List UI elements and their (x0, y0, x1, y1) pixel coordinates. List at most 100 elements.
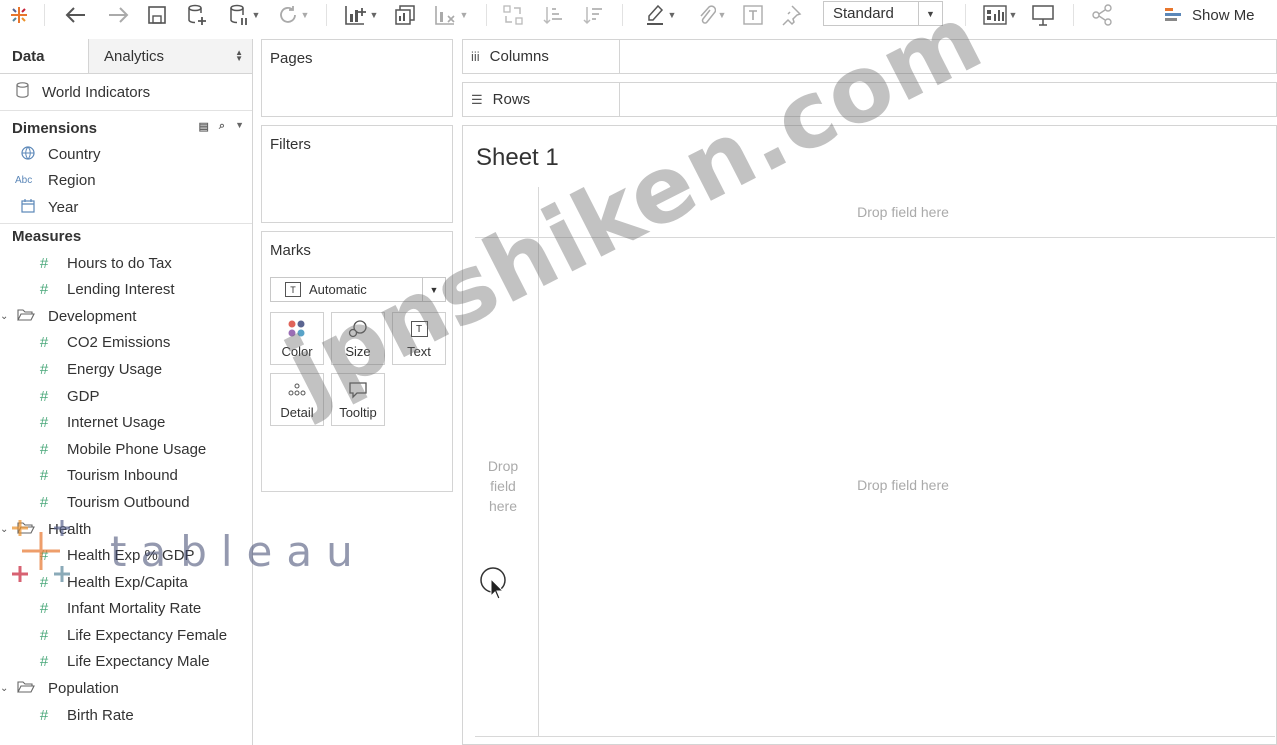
filters-title: Filters (270, 136, 311, 153)
datasource-item[interactable]: World Indicators (0, 74, 252, 111)
redo-icon[interactable] (104, 2, 132, 28)
measure-hash-icon: # (39, 600, 49, 618)
measure-hash-icon: # (39, 440, 49, 458)
search-icon[interactable]: ⌕ (219, 120, 225, 133)
pane-tabs: Data Analytics ▲ ▼ (0, 39, 252, 74)
field-label: Life Expectancy Male (67, 653, 210, 671)
share-icon[interactable] (1089, 2, 1115, 28)
folder-open-icon (17, 680, 35, 697)
measure-hash-icon: # (39, 387, 49, 405)
rows-icon: ☰ (471, 91, 483, 107)
sort-descending-icon[interactable] (580, 2, 606, 28)
dimension-field[interactable]: Country (0, 141, 252, 168)
show-me-icon (1165, 8, 1181, 21)
measure-hash-icon: # (39, 360, 49, 378)
show-me-button[interactable]: Show Me (1165, 4, 1255, 26)
folder-development[interactable]: ⌄ Development (0, 303, 252, 330)
dimension-field[interactable]: Abc Region (0, 168, 252, 195)
presentation-mode-icon[interactable] (1030, 2, 1056, 28)
drop-zone-canvas[interactable]: Drop field here (763, 477, 1043, 493)
measure-hash-icon: # (39, 467, 49, 485)
swap-icon[interactable] (500, 2, 526, 28)
pages-card[interactable]: Pages (261, 39, 453, 117)
pause-updates-icon[interactable]: ▼ (222, 2, 266, 28)
measure-field[interactable]: # CO2 Emissions (0, 330, 252, 357)
filters-card[interactable]: Filters (261, 125, 453, 223)
undo-icon[interactable] (62, 2, 90, 28)
highlight-icon[interactable]: ▼ (638, 2, 682, 28)
measure-field[interactable]: # Infant Mortality Rate (0, 596, 252, 623)
folder-open-icon (17, 308, 35, 325)
field-label: GDP (67, 387, 100, 405)
refresh-icon[interactable]: ▼ (270, 2, 316, 28)
tab-data[interactable]: Data (0, 39, 88, 73)
measure-field[interactable]: # Mobile Phone Usage (0, 436, 252, 463)
new-worksheet-icon[interactable]: ▼ (338, 2, 384, 28)
field-label: Tourism Outbound (67, 493, 190, 511)
duplicate-sheet-icon[interactable] (392, 2, 418, 28)
measures-title: Measures (12, 228, 82, 246)
drop-zone-columns[interactable]: Drop field here (763, 204, 1043, 220)
fix-axes-icon[interactable] (778, 2, 804, 28)
measure-field[interactable]: # Internet Usage (0, 409, 252, 436)
measures-header: Measures (0, 224, 252, 250)
dimension-field[interactable]: Year (0, 194, 252, 221)
field-label: Infant Mortality Rate (67, 600, 202, 618)
globe-icon (19, 146, 37, 163)
folder-label: Development (48, 307, 137, 325)
view-list-icon[interactable]: ▤ (199, 120, 209, 133)
field-label: Mobile Phone Usage (67, 440, 207, 458)
tab-analytics-label: Analytics (104, 47, 165, 65)
chevron-down-icon[interactable]: ▼ (235, 120, 244, 133)
dimensions-title: Dimensions (12, 119, 98, 137)
folder-label: Population (48, 680, 119, 698)
columns-icon: iii (471, 49, 480, 64)
field-label: Region (48, 172, 96, 190)
drop-zone-rows[interactable]: Drop field here (479, 456, 527, 516)
measure-hash-icon: # (39, 493, 49, 511)
measure-hash-icon: # (39, 414, 49, 432)
field-label: Internet Usage (67, 414, 166, 432)
folder-population[interactable]: ⌄ Population (0, 675, 252, 702)
field-label: Energy Usage (67, 360, 163, 378)
tableau-cross-icon (12, 520, 70, 582)
up-down-icon: ▲ ▼ (235, 48, 243, 63)
mouse-cursor-icon (480, 567, 510, 608)
sheet-title[interactable]: Sheet 1 (476, 144, 559, 172)
measure-hash-icon: # (39, 626, 49, 644)
sort-ascending-icon[interactable] (540, 2, 566, 28)
measure-field[interactable]: # Tourism Outbound (0, 489, 252, 516)
field-label: Year (48, 198, 79, 216)
database-icon (16, 82, 30, 102)
field-label: CO2 Emissions (67, 334, 171, 352)
clear-sheet-icon[interactable]: ▼ (428, 2, 474, 28)
chevron-down-icon[interactable]: ⌄ (0, 683, 10, 694)
field-label: Birth Rate (67, 706, 134, 724)
show-cards-icon[interactable]: ▼ (978, 2, 1022, 28)
group-members-icon[interactable]: ▼ (690, 2, 732, 28)
measure-field[interactable]: # GDP (0, 383, 252, 410)
show-mark-labels-icon[interactable] (740, 2, 766, 28)
new-datasource-icon[interactable] (184, 2, 210, 28)
show-me-label: Show Me (1192, 6, 1255, 24)
chevron-down-icon[interactable]: ⌄ (0, 311, 10, 322)
measure-field[interactable]: # Birth Rate (0, 702, 252, 729)
field-label: Lending Interest (67, 281, 175, 299)
measure-field[interactable]: # Hours to do Tax (0, 250, 252, 277)
measure-field[interactable]: # Energy Usage (0, 356, 252, 383)
tableau-logo-icon[interactable] (6, 2, 32, 28)
tab-analytics[interactable]: Analytics ▲ ▼ (88, 39, 252, 73)
measure-field[interactable]: # Life Expectancy Female (0, 622, 252, 649)
columns-shelf-label: iii Columns (463, 40, 620, 73)
measure-hash-icon: # (39, 653, 49, 671)
pages-title: Pages (270, 50, 313, 67)
save-icon[interactable] (144, 2, 170, 28)
measure-field[interactable]: # Tourism Inbound (0, 463, 252, 490)
measure-hash-icon: # (39, 254, 49, 272)
measure-field[interactable]: # Life Expectancy Male (0, 649, 252, 676)
rows-shelf-label: ☰ Rows (463, 83, 620, 116)
dimensions-header: Dimensions ▤ ⌕ ▼ (0, 115, 252, 141)
toolbar: ▼ ▼ ▼ ▼ ▼ ▼ Standard ▼ ▼ Show Me (0, 0, 1277, 30)
measure-field[interactable]: # Lending Interest (0, 276, 252, 303)
rows-title: Rows (492, 91, 531, 108)
